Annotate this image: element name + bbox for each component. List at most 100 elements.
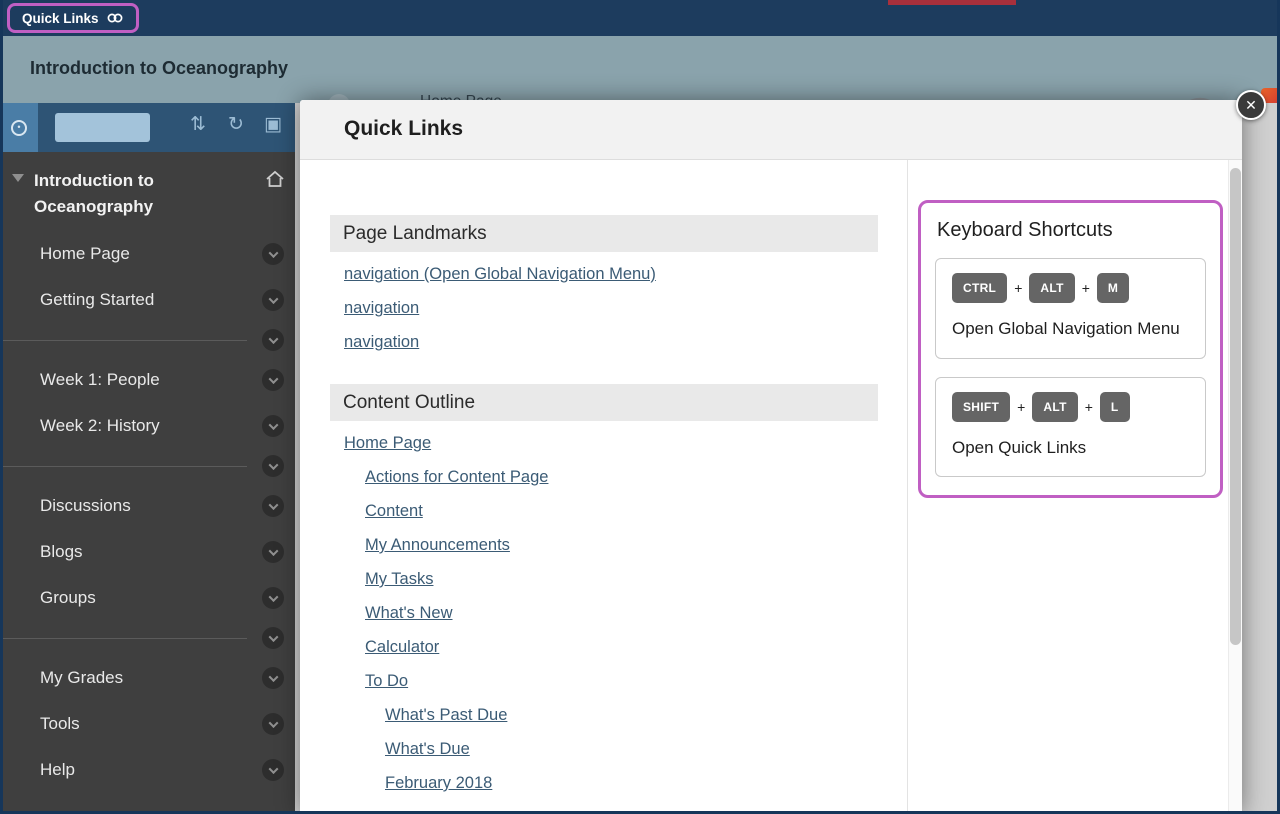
item-menu-button[interactable] [262, 495, 284, 517]
home-icon [265, 170, 285, 188]
shortcut-card: SHIFT + ALT + L Open Quick Links [935, 377, 1206, 478]
landmark-link[interactable]: navigation (Open Global Navigation Menu) [344, 263, 656, 286]
sidebar-item-label: Groups [40, 588, 96, 608]
sidebar-item-discussions[interactable]: Discussions [0, 483, 295, 529]
course-title: Introduction to Oceanography [30, 58, 288, 79]
sidebar-item-label: Help [40, 760, 75, 780]
outline-link[interactable]: What's Past Due [385, 704, 507, 727]
item-menu-button[interactable] [262, 667, 284, 689]
plus-sign: + [1082, 280, 1090, 296]
chevron-down-icon [268, 764, 278, 774]
item-menu-button[interactable] [262, 329, 284, 351]
sidebar-item-label: My Grades [40, 668, 123, 688]
chevron-down-icon [268, 546, 278, 556]
sidebar-item-label: Home Page [40, 244, 130, 264]
links-column: Page Landmarks navigation (Open Global N… [300, 160, 907, 814]
modal-title: Quick Links [344, 117, 463, 141]
sidebar-item-help[interactable]: Help [0, 747, 295, 793]
plus-sign: + [1085, 399, 1093, 415]
item-menu-button[interactable] [262, 369, 284, 391]
landmark-link[interactable]: navigation [344, 331, 419, 354]
chevron-down-icon [268, 672, 278, 682]
sidebar-item-home-page[interactable]: Home Page [0, 231, 295, 277]
chevron-down-icon [268, 718, 278, 728]
keycap: M [1097, 273, 1129, 303]
sidebar-item-label: Tools [40, 714, 80, 734]
open-in-window-icon[interactable]: ▣ [264, 115, 282, 134]
sidebar-divider [0, 621, 295, 655]
content-outline-heading: Content Outline [330, 384, 878, 421]
outline-link[interactable]: Home Page [344, 432, 431, 455]
outline-link[interactable]: My Announcements [365, 534, 510, 557]
sidebar-item-blogs[interactable]: Blogs [0, 529, 295, 575]
item-menu-button[interactable] [262, 455, 284, 477]
chevron-down-icon [268, 420, 278, 430]
top-bar: Quick Links [0, 0, 1280, 36]
item-menu-button[interactable] [262, 759, 284, 781]
top-accent-bar [888, 0, 1016, 5]
sidebar-item-week-2[interactable]: Week 2: History [0, 403, 295, 449]
shortcut-keys: SHIFT + ALT + L [952, 392, 1189, 422]
sidebar-divider [0, 323, 295, 357]
chevron-down-icon [268, 632, 278, 642]
sidebar-item-label: Week 2: History [40, 416, 160, 436]
item-menu-button[interactable] [262, 587, 284, 609]
keycap: CTRL [952, 273, 1007, 303]
chevron-down-icon [268, 460, 278, 470]
shortcut-description: Open Quick Links [952, 436, 1189, 461]
page-landmarks-heading: Page Landmarks [330, 215, 878, 252]
outline-link[interactable]: What's New [365, 602, 453, 625]
keycap: ALT [1029, 273, 1074, 303]
modal-scrollbar-thumb[interactable] [1230, 168, 1241, 645]
sidebar-item-label: Blogs [40, 542, 83, 562]
outline-link[interactable]: Content [365, 500, 423, 523]
outline-link[interactable]: My Tasks [365, 568, 433, 591]
quick-links-label: Quick Links [22, 11, 99, 26]
keyboard-shortcuts-panel: Keyboard Shortcuts CTRL + ALT + M Open G… [918, 200, 1223, 498]
hide-menu-button[interactable]: • [0, 103, 38, 152]
outline-link[interactable]: To Do [365, 670, 408, 693]
modal-header: Quick Links [300, 100, 1242, 160]
modal-scrollbar-track[interactable] [1228, 160, 1242, 814]
sidebar-item-tools[interactable]: Tools [0, 701, 295, 747]
refresh-icon[interactable]: ↻ [228, 115, 244, 134]
chevron-down-icon [268, 500, 278, 510]
chevron-down-icon [268, 592, 278, 602]
sidebar-item-my-grades[interactable]: My Grades [0, 655, 295, 701]
item-menu-button[interactable] [262, 541, 284, 563]
item-menu-button[interactable] [262, 627, 284, 649]
outline-link[interactable]: What's Due [385, 738, 470, 761]
course-menu-sidebar: • ⇅ ↻ ▣ Introduction to Oceanography Hom… [0, 103, 295, 814]
window-frame [0, 0, 3, 814]
course-header: Introduction to Oceanography Home Page [0, 36, 1280, 103]
sidebar-course-header[interactable]: Introduction to Oceanography [0, 152, 295, 231]
shortcut-description: Open Global Navigation Menu [952, 317, 1189, 342]
landmark-link[interactable]: navigation [344, 297, 419, 320]
quick-links-button[interactable]: Quick Links [7, 3, 139, 33]
keyboard-shortcuts-heading: Keyboard Shortcuts [937, 219, 1204, 242]
outline-link[interactable]: Actions for Content Page [365, 466, 548, 489]
outline-link[interactable]: February 2018 [385, 772, 492, 795]
item-menu-button[interactable] [262, 713, 284, 735]
item-menu-button[interactable] [262, 243, 284, 265]
keycap: ALT [1032, 392, 1077, 422]
outline-link[interactable]: Calculator [365, 636, 439, 659]
plus-sign: + [1017, 399, 1025, 415]
close-icon: ✕ [1245, 97, 1257, 114]
close-button[interactable]: ✕ [1236, 90, 1266, 120]
landmarks-list: navigation (Open Global Navigation Menu)… [330, 263, 907, 354]
sidebar-item-groups[interactable]: Groups [0, 575, 295, 621]
item-menu-button[interactable] [262, 415, 284, 437]
sidebar-item-getting-started[interactable]: Getting Started [0, 277, 295, 323]
chevron-down-icon [268, 334, 278, 344]
chain-link-icon [106, 12, 124, 24]
sidebar-divider [0, 449, 295, 483]
item-menu-button[interactable] [262, 289, 284, 311]
course-menu-toolbar: • ⇅ ↻ ▣ [0, 103, 295, 152]
shortcut-keys: CTRL + ALT + M [952, 273, 1189, 303]
sort-arrows-icon[interactable]: ⇅ [190, 115, 206, 134]
sidebar-item-week-1[interactable]: Week 1: People [0, 357, 295, 403]
shortcut-card: CTRL + ALT + M Open Global Navigation Me… [935, 258, 1206, 359]
sidebar-course-title: Introduction to Oceanography [34, 168, 259, 219]
menu-view-toggle[interactable] [55, 113, 150, 142]
